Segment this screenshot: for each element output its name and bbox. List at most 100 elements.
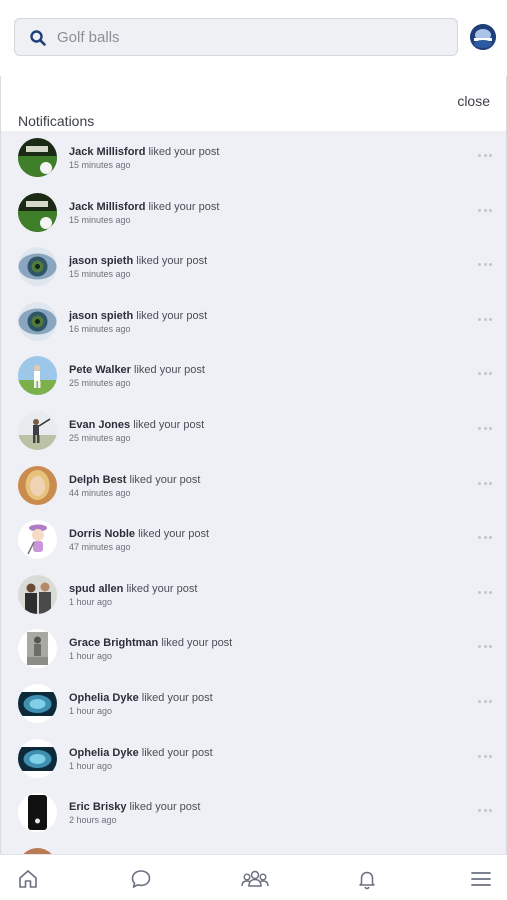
action-text: liked your post [141, 746, 213, 759]
avatar[interactable] [18, 629, 57, 669]
notification-item[interactable]: Jack Millisford liked your post 15 minut… [1, 186, 506, 241]
chat-bubble-icon [131, 870, 151, 888]
user-name[interactable]: Ophelia Dyke [69, 747, 139, 759]
eye-avatar-icon [18, 301, 57, 341]
cartoon-golfer-avatar-icon [18, 520, 57, 560]
action-text: liked your post [129, 801, 201, 814]
more-options-icon[interactable] [475, 588, 495, 598]
avatar[interactable] [18, 410, 57, 450]
panel-title: Notifications [18, 113, 95, 129]
people-group-icon [241, 870, 269, 887]
more-options-icon[interactable] [475, 260, 495, 270]
avatar[interactable] [18, 138, 57, 177]
timestamp: 1 hour ago [69, 760, 113, 771]
search-box[interactable] [14, 18, 458, 56]
avatar[interactable] [18, 192, 57, 232]
notification-item[interactable]: Jack Millisford liked your post 15 minut… [1, 131, 506, 186]
timestamp: 15 minutes ago [69, 160, 131, 170]
notification-item[interactable]: Pete Walker liked your post 25 minutes a… [1, 349, 506, 404]
notification-item[interactable]: Ophelia Dyke liked your post 1 hour ago [1, 732, 506, 787]
brain-scan-avatar-icon [18, 738, 57, 778]
notification-item[interactable]: Evan Jones liked your post 25 minutes ag… [1, 404, 506, 459]
notification-item[interactable]: Delph Best liked your post 44 minutes ag… [1, 459, 506, 514]
two-men-avatar-icon [18, 574, 57, 614]
close-button[interactable]: close [457, 93, 490, 109]
woman-portrait-avatar-icon [18, 465, 57, 505]
user-name[interactable]: spud allen [69, 583, 123, 595]
timestamp: 44 minutes ago [69, 487, 131, 498]
more-options-icon[interactable] [475, 479, 495, 489]
tab-messages[interactable] [129, 867, 153, 891]
more-options-icon[interactable] [475, 206, 495, 216]
tab-home[interactable] [16, 867, 40, 891]
avatar[interactable] [18, 574, 57, 614]
user-name[interactable]: Eric Brisky [69, 801, 126, 813]
more-options-icon[interactable] [475, 424, 495, 434]
avatar[interactable] [18, 301, 57, 341]
notification-item-partial[interactable] [1, 841, 506, 854]
notification-item[interactable]: Eric Brisky liked your post 2 hours ago [1, 786, 506, 841]
action-text: liked your post [134, 364, 205, 377]
avatar[interactable] [18, 356, 57, 396]
profile-avatar-button[interactable] [470, 24, 496, 50]
timestamp: 15 minutes ago [69, 269, 131, 280]
user-name[interactable]: Grace Brightman [69, 637, 158, 649]
more-options-icon[interactable] [475, 369, 495, 379]
more-options-icon[interactable] [475, 752, 495, 762]
timestamp: 25 minutes ago [69, 432, 131, 443]
more-options-icon[interactable] [475, 151, 495, 161]
profile-globe-icon [470, 24, 496, 50]
action-text: liked your post [136, 255, 208, 268]
timestamp: 1 hour ago [69, 596, 113, 607]
more-options-icon[interactable] [475, 533, 495, 543]
bell-icon [359, 871, 375, 890]
timestamp: 1 hour ago [69, 705, 113, 716]
more-options-icon[interactable] [475, 697, 495, 707]
user-name[interactable]: Pete Walker [69, 364, 131, 376]
top-bar [0, 0, 507, 76]
user-name[interactable]: Jack Millisford [69, 201, 145, 213]
timestamp: 2 hours ago [69, 815, 117, 826]
golf-green-avatar-icon [18, 192, 57, 232]
action-text: liked your post [126, 582, 198, 595]
dark-device-avatar-icon [18, 793, 57, 833]
avatar[interactable] [18, 465, 57, 505]
avatar[interactable] [18, 247, 57, 287]
more-options-icon[interactable] [475, 642, 495, 652]
notifications-panel: close Notifications Jack Millisford like… [0, 76, 507, 854]
action-text: liked your post [133, 418, 205, 431]
avatar[interactable] [18, 520, 57, 560]
user-name[interactable]: Ophelia Dyke [69, 692, 139, 704]
avatar[interactable] [18, 683, 57, 723]
timestamp: 15 minutes ago [69, 214, 131, 225]
timestamp: 47 minutes ago [69, 542, 131, 553]
user-name[interactable]: Dorris Noble [69, 528, 135, 540]
timestamp: 16 minutes ago [69, 323, 131, 334]
notification-item[interactable]: Ophelia Dyke liked your post 1 hour ago [1, 677, 506, 732]
action-text: liked your post [129, 473, 201, 486]
notification-item[interactable]: spud allen liked your post 1 hour ago [1, 568, 506, 623]
avatar[interactable] [18, 738, 57, 778]
notification-item[interactable]: Grace Brightman liked your post 1 hour a… [1, 622, 506, 677]
action-text: liked your post [136, 309, 208, 322]
user-name[interactable]: Delph Best [69, 474, 126, 486]
notification-item[interactable]: Dorris Noble liked your post 47 minutes … [1, 513, 506, 568]
avatar[interactable] [18, 793, 57, 833]
timestamp: 1 hour ago [69, 651, 113, 662]
bottom-tab-bar [0, 854, 507, 900]
search-icon [30, 30, 46, 46]
tab-groups[interactable] [240, 867, 270, 891]
notification-list: Jack Millisford liked your post 15 minut… [1, 131, 506, 854]
notification-item[interactable]: jason spieth liked your post 15 minutes … [1, 240, 506, 295]
tab-menu[interactable] [469, 867, 493, 891]
search-input[interactable] [57, 19, 447, 55]
user-name[interactable]: jason spieth [69, 255, 133, 267]
action-text: liked your post [148, 146, 220, 158]
more-options-icon[interactable] [475, 315, 495, 325]
user-name[interactable]: Jack Millisford [69, 146, 145, 158]
user-name[interactable]: Evan Jones [69, 419, 130, 431]
more-options-icon[interactable] [475, 806, 495, 816]
tab-notifications[interactable] [355, 867, 379, 891]
notification-item[interactable]: jason spieth liked your post 16 minutes … [1, 295, 506, 350]
user-name[interactable]: jason spieth [69, 310, 133, 322]
